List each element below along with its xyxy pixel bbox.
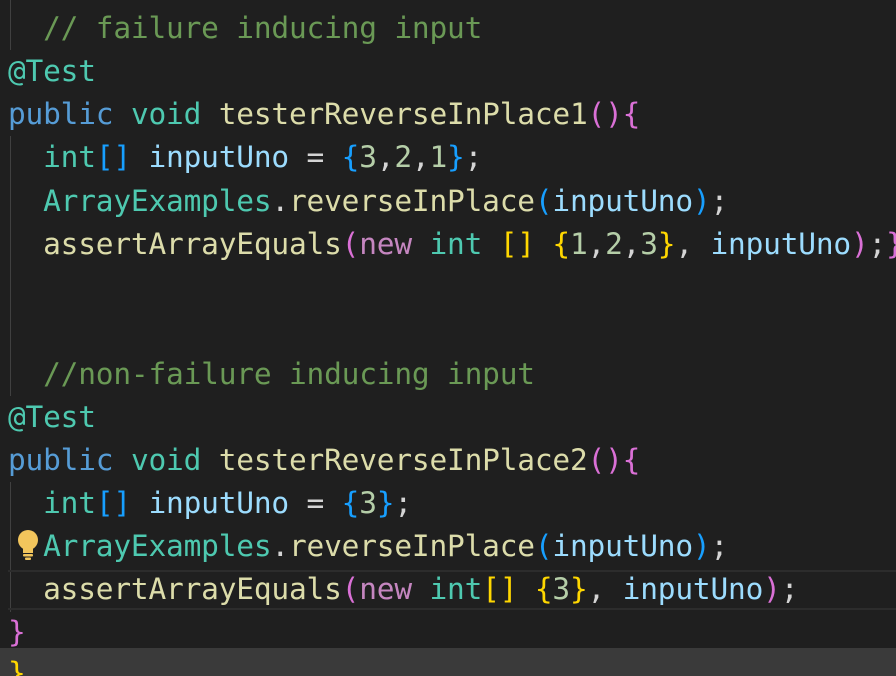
class-name: ArrayExamples bbox=[43, 184, 272, 218]
code-line-16[interactable]: } bbox=[8, 652, 26, 676]
operator-equals: = bbox=[306, 486, 325, 520]
code-line-10[interactable]: @Test bbox=[8, 396, 96, 439]
number: 3 bbox=[640, 227, 658, 261]
code-line-1[interactable]: // failure inducing input bbox=[8, 7, 482, 50]
code-line-14[interactable]: assertArrayEquals(new int[] {3}, inputUn… bbox=[8, 568, 798, 611]
method-assert: assertArrayEquals bbox=[43, 572, 342, 606]
code-line-13[interactable]: ArrayExamples.reverseInPlace(inputUno); bbox=[8, 525, 728, 568]
method-assert: assertArrayEquals bbox=[43, 227, 342, 261]
scroll-area-band bbox=[0, 648, 896, 676]
code-line-3[interactable]: public void testerReverseInPlace1(){ bbox=[8, 93, 640, 136]
number: 3 bbox=[552, 572, 570, 606]
variable-input: inputUno bbox=[552, 184, 693, 218]
keyword-new: new bbox=[359, 227, 412, 261]
variable-input: inputUno bbox=[148, 486, 290, 520]
code-line-11[interactable]: public void testerReverseInPlace2(){ bbox=[8, 439, 640, 482]
comment-nonfailure: //non-failure inducing input bbox=[43, 357, 535, 391]
code-line-5[interactable]: ArrayExamples.reverseInPlace(inputUno); bbox=[8, 180, 728, 223]
code-editor[interactable]: // failure inducing input @Test public v… bbox=[0, 0, 896, 676]
keyword-void: void bbox=[130, 443, 202, 477]
class-name: ArrayExamples bbox=[43, 529, 272, 563]
keyword-void: void bbox=[130, 97, 202, 131]
operator-equals: = bbox=[306, 140, 325, 174]
test-annotation: @Test bbox=[8, 54, 96, 88]
keyword-int: int bbox=[429, 227, 483, 261]
number: 1 bbox=[569, 227, 588, 261]
number: 3 bbox=[359, 140, 377, 174]
variable-input: inputUno bbox=[710, 227, 851, 261]
keyword-public: public bbox=[8, 443, 114, 477]
keyword-public: public bbox=[8, 97, 114, 131]
number: 2 bbox=[605, 227, 623, 261]
closing-brace: } bbox=[8, 615, 26, 649]
closing-brace: } bbox=[8, 656, 26, 676]
method-reverse: reverseInPlace bbox=[288, 184, 535, 218]
code-line-15[interactable]: } bbox=[8, 611, 26, 654]
code-line-12[interactable]: int[] inputUno = {3}; bbox=[8, 482, 412, 525]
keyword-int: int bbox=[43, 140, 96, 174]
test-annotation: @Test bbox=[8, 400, 96, 434]
keyword-int: int bbox=[429, 572, 483, 606]
method-name-2: testerReverseInPlace2 bbox=[218, 443, 588, 477]
method-reverse: reverseInPlace bbox=[288, 529, 535, 563]
keyword-int: int bbox=[43, 486, 96, 520]
number: 2 bbox=[394, 140, 412, 174]
variable-input: inputUno bbox=[148, 140, 290, 174]
code-line-2[interactable]: @Test bbox=[8, 50, 96, 93]
code-line-4[interactable]: int[] inputUno = {3,2,1}; bbox=[8, 136, 482, 179]
code-line-9[interactable]: //non-failure inducing input bbox=[8, 353, 535, 396]
method-name-1: testerReverseInPlace1 bbox=[218, 97, 588, 131]
comment-failure: // failure inducing input bbox=[43, 11, 483, 45]
keyword-new: new bbox=[359, 572, 412, 606]
code-line-6[interactable]: assertArrayEquals(new int [] {1,2,3}, in… bbox=[8, 223, 896, 266]
number: 3 bbox=[359, 486, 377, 520]
number: 1 bbox=[429, 140, 448, 174]
variable-input: inputUno bbox=[552, 529, 693, 563]
variable-input: inputUno bbox=[622, 572, 764, 606]
